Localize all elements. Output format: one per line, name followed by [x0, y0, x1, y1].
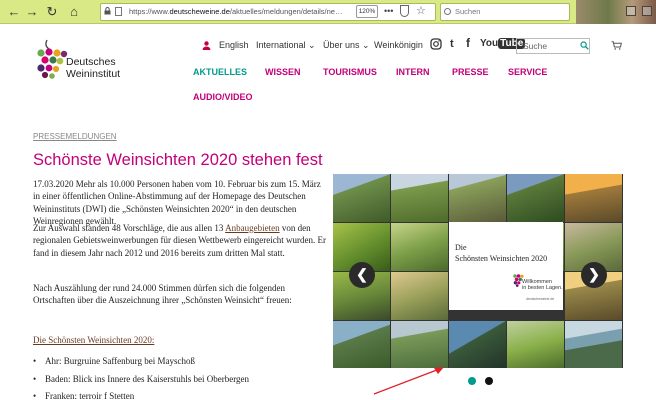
slider-photo — [391, 223, 448, 271]
slider-photo — [391, 321, 448, 368]
nav-aktuelles[interactable]: AKTUELLES — [193, 67, 247, 78]
slider-photo — [507, 321, 564, 368]
nav-tourismus[interactable]: TOURISMUS — [323, 67, 377, 78]
page-actions-icon[interactable]: ••• — [384, 4, 393, 18]
instagram-icon[interactable] — [430, 38, 442, 50]
schoenste-weinsichten-link[interactable]: Die Schönsten Weinsichten 2020: — [33, 335, 154, 345]
pocket-icon[interactable] — [400, 5, 409, 17]
slider-card-url: deutscheweine.de — [526, 297, 555, 301]
url-domain: deutscheweine.de — [169, 7, 230, 16]
browser-toolbar: ← → ↻ ⌂ https://www.deutscheweine.de/akt… — [0, 0, 656, 24]
library-icon[interactable] — [626, 6, 636, 16]
lock-icon — [104, 7, 111, 15]
language-english-link[interactable]: English — [219, 40, 249, 51]
twitter-icon[interactable]: t — [450, 39, 454, 50]
list-item-text: Franken: terroir f Stetten — [45, 391, 135, 400]
slider-photo — [507, 174, 564, 222]
slider-card-slogan: Willkommen in besten Lagen. — [522, 279, 563, 291]
logo-text[interactable]: Deutsches Weininstitut — [66, 56, 120, 80]
breadcrumb[interactable]: PRESSEMELDUNGEN — [33, 132, 117, 141]
paragraph-2-start: Zur Auswahl standen 48 Vorschläge, die a… — [33, 223, 226, 233]
logo-line2: Weininstitut — [66, 68, 121, 80]
youtube-you: You — [480, 38, 499, 49]
browser-search-input[interactable]: Suchen — [440, 3, 570, 21]
list-item-text: Ahr: Burgruine Saffenburg bei Mayschoß — [45, 356, 195, 366]
slider-photo — [565, 174, 622, 222]
article-paragraph-3: Nach Auszählung der rund 24.000 Stimmen … — [33, 283, 292, 306]
list-item: Franken: terroir f Stetten — [33, 391, 134, 400]
forward-icon[interactable]: → — [24, 4, 40, 20]
cart-icon[interactable] — [611, 41, 622, 50]
annotation-arrow-icon — [373, 367, 444, 395]
search-icon — [444, 8, 451, 15]
slider-photo — [449, 321, 506, 368]
slider-photo — [333, 321, 390, 368]
bookmark-star-icon[interactable]: ☆ — [416, 3, 426, 19]
slogan-line2: in besten Lagen. — [522, 285, 563, 291]
url-path: /aktuelles/meldungen/details/ne… — [229, 7, 343, 16]
url-prefix: https://www. — [129, 7, 170, 16]
person-icon — [202, 41, 211, 50]
nav-intern[interactable]: INTERN — [396, 67, 430, 78]
list-item: Baden: Blick ins Innere des Kaiserstuhls… — [33, 374, 249, 384]
site-search-input[interactable]: Suche — [516, 38, 590, 54]
dwi-logo-icon[interactable] — [33, 38, 69, 82]
slider-photo — [565, 321, 622, 368]
nav-audio-video[interactable]: AUDIO/VIDEO — [193, 92, 253, 103]
nav-presse[interactable]: PRESSE — [452, 67, 489, 78]
site-search-icon[interactable] — [580, 41, 589, 50]
reload-icon[interactable]: ↻ — [44, 4, 60, 20]
sidebar-icon[interactable] — [642, 6, 652, 16]
slider-dot-1[interactable] — [468, 377, 476, 385]
slider-photo — [449, 174, 506, 222]
slider-photo — [391, 174, 448, 222]
slider-photo — [391, 272, 448, 320]
article-paragraph-2: Zur Auswahl standen 48 Vorschläge, die a… — [33, 222, 328, 259]
nav-wissen[interactable]: WISSEN — [265, 67, 301, 78]
browser-search-placeholder: Suchen — [455, 7, 481, 16]
page-title: Schönste Weinsichten 2020 stehen fest — [33, 151, 323, 169]
back-icon[interactable]: ← — [6, 4, 22, 20]
international-menu[interactable]: International ⌄ — [256, 40, 316, 51]
article-paragraph-1: 17.03.2020 Mehr als 10.000 Personen habe… — [33, 179, 321, 226]
slider-dot-2[interactable] — [485, 377, 493, 385]
home-icon[interactable]: ⌂ — [66, 4, 82, 20]
slider-next-button[interactable]: ❯ — [581, 262, 607, 288]
ueber-uns-menu[interactable]: Über uns ⌄ — [323, 40, 370, 51]
weinkoenigin-link[interactable]: Weinkönigin — [374, 40, 423, 51]
facebook-icon[interactable]: f — [466, 37, 470, 49]
slider-prev-button[interactable]: ❮ — [349, 262, 375, 288]
list-item-text: Baden: Blick ins Innere des Kaiserstuhls… — [45, 374, 250, 384]
nav-service[interactable]: SERVICE — [508, 67, 547, 78]
anbaugebiete-link[interactable]: Anbaugebieten — [225, 223, 279, 233]
slider-card-line2: Schönsten Weinsichten 2020 — [455, 254, 548, 263]
slider-photo — [333, 174, 390, 222]
logo-line1: Deutsches — [66, 56, 116, 68]
zoom-indicator[interactable]: 120% — [356, 5, 378, 18]
page-info-icon[interactable] — [115, 7, 122, 16]
list-item: Ahr: Burgruine Saffenburg bei Mayschoß — [33, 356, 195, 366]
slider-card-line1: Die — [455, 243, 467, 252]
